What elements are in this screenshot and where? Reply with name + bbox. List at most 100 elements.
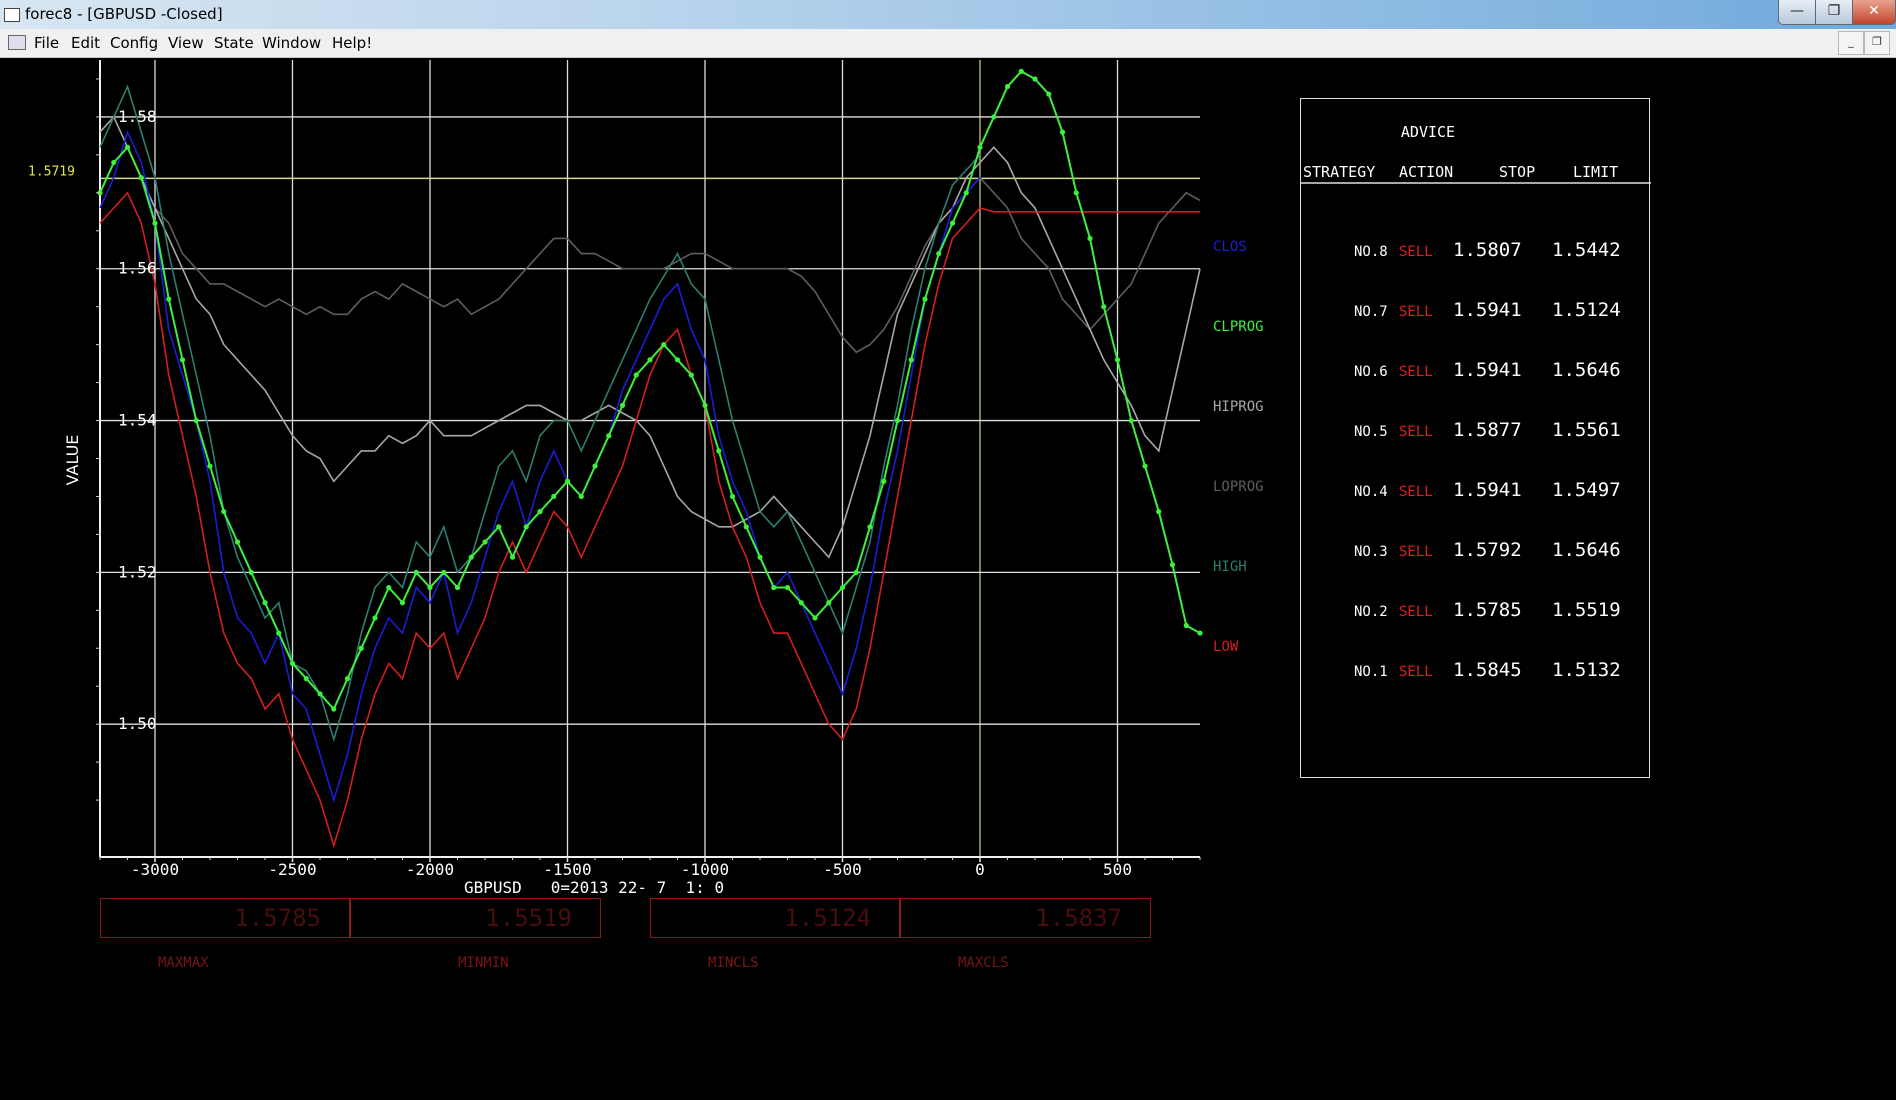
stop-value: 1.5941 <box>1453 359 1522 381</box>
limit-value: 1.5497 <box>1552 479 1621 501</box>
menu-edit[interactable]: Edit <box>71 34 100 52</box>
clprog-point <box>757 554 763 560</box>
stop-value: 1.5807 <box>1453 239 1522 261</box>
advice-row: NO.8 SELL 1.5807 1.5442 <box>1354 239 1621 261</box>
menu-file[interactable]: File <box>34 34 59 52</box>
clprog-point <box>221 509 227 515</box>
clprog-point <box>152 220 158 226</box>
legend-loprog: LOPROG <box>1213 479 1264 495</box>
clprog-point <box>399 600 406 606</box>
series-line-low <box>99 191 1200 849</box>
clprog-point <box>619 402 626 408</box>
clprog-point <box>936 250 942 257</box>
advice-rows: NO.8 SELL 1.5807 1.5442 NO.7 SELL 1.5941 1.5124… <box>1354 239 1621 681</box>
clprog-point <box>743 524 749 530</box>
mincls-value: 1.5124 <box>650 898 900 938</box>
clprog-point <box>124 144 131 150</box>
header-action: ACTION <box>1399 163 1453 181</box>
legend-clprog: CLPROG <box>1213 319 1264 335</box>
clprog-point <box>234 539 241 545</box>
strategy-name: NO.7 <box>1354 304 1388 320</box>
series-line-clos <box>99 129 981 803</box>
clprog-point <box>303 676 309 682</box>
x-axis-label: GBPUSD 0=2013 22- 7 1: 0 <box>464 878 724 897</box>
clprog-point <box>1046 91 1052 97</box>
clprog-point <box>207 463 213 469</box>
strategy-name: NO.4 <box>1354 484 1388 500</box>
clprog-point <box>798 600 804 606</box>
x-tick-label: 0 <box>975 860 985 879</box>
menu-state[interactable]: State <box>214 34 254 52</box>
series-line-high <box>99 84 981 743</box>
clprog-point <box>564 478 571 484</box>
y-tick-label: 1.56 <box>118 259 157 278</box>
clprog-point <box>1128 417 1134 424</box>
clprog-point <box>358 645 364 651</box>
menu-window[interactable]: Window <box>262 34 321 52</box>
y-tick-label: 1.50 <box>118 714 157 733</box>
strategy-name: NO.1 <box>1354 664 1388 680</box>
clprog-point <box>248 569 254 575</box>
current-level-label: 1.5719 <box>28 164 75 179</box>
title-bar[interactable]: forec8 - [GBPUSD -Closed] — ❐ ✕ <box>0 0 1896 29</box>
document-icon[interactable] <box>8 35 26 50</box>
advice-row: NO.6 SELL 1.5941 1.5646 <box>1354 359 1621 381</box>
mdi-minimize-button[interactable]: _ <box>1838 31 1864 55</box>
action-sell: SELL <box>1399 664 1433 680</box>
header-strategy: STRATEGY <box>1303 163 1375 181</box>
clprog-point <box>523 524 529 530</box>
stop-value: 1.5785 <box>1453 599 1522 621</box>
menu-config[interactable]: Config <box>110 34 158 52</box>
maximize-button[interactable]: ❐ <box>1815 0 1853 25</box>
clprog-point <box>578 493 584 500</box>
clprog-point <box>111 159 117 166</box>
window-title: forec8 - [GBPUSD -Closed] <box>25 5 223 23</box>
clprog-point <box>812 615 818 621</box>
advice-row: NO.7 SELL 1.5941 1.5124 <box>1354 299 1621 321</box>
close-button[interactable]: ✕ <box>1852 0 1896 25</box>
mdi-restore-button[interactable]: ❐ <box>1864 31 1890 55</box>
clprog-point <box>908 357 914 363</box>
y-tick-label: 1.58 <box>118 107 157 126</box>
clprog-point <box>839 584 846 591</box>
y-tick-label: 1.54 <box>118 411 157 430</box>
x-tick-label: -2000 <box>406 860 454 879</box>
clprog-point <box>661 342 667 348</box>
clprog-point <box>386 584 392 591</box>
clprog-point <box>826 600 832 606</box>
clprog-point <box>674 357 681 363</box>
clprog-point <box>537 509 543 515</box>
minmin-label: MINMIN <box>458 955 509 971</box>
legend-hiprog: HIPROG <box>1213 399 1264 415</box>
clprog-point <box>289 660 296 667</box>
clprog-point <box>894 417 901 424</box>
minimize-button[interactable]: — <box>1778 0 1816 25</box>
limit-value: 1.5561 <box>1552 419 1621 441</box>
strategy-name: NO.5 <box>1354 424 1388 440</box>
clprog-point <box>166 296 172 302</box>
clprog-point <box>977 144 983 150</box>
advice-row: NO.4 SELL 1.5941 1.5497 <box>1354 479 1621 501</box>
clprog-point <box>138 175 144 181</box>
menu-help[interactable]: Help! <box>332 34 372 52</box>
clprog-point <box>1183 622 1189 629</box>
limit-value: 1.5646 <box>1552 359 1621 381</box>
limit-value: 1.5442 <box>1552 239 1621 261</box>
x-tick-label: -3000 <box>131 860 179 879</box>
legend: CLOS CLPROG HIPROG LOPROG HIGH LOW <box>1213 239 1264 655</box>
clprog-point <box>922 296 928 302</box>
clprog-point <box>853 569 859 575</box>
legend-low: LOW <box>1213 639 1239 655</box>
chart-axes <box>99 60 1200 858</box>
header-limit: LIMIT <box>1573 163 1618 181</box>
clprog-point <box>592 463 598 469</box>
menu-view[interactable]: View <box>168 34 204 52</box>
clprog-point <box>1073 190 1079 196</box>
clprog-point <box>771 584 777 591</box>
app-icon <box>4 8 20 22</box>
tick-layer: -3000 -2500 -2000 -1500 -1000 -500 0 500 1.58 1.5… <box>96 78 1201 879</box>
clprog-point <box>1114 357 1121 363</box>
maxcls-label: MAXCLS <box>958 955 1009 971</box>
clprog-point <box>468 554 474 560</box>
series-line-hiprog <box>99 115 1201 559</box>
